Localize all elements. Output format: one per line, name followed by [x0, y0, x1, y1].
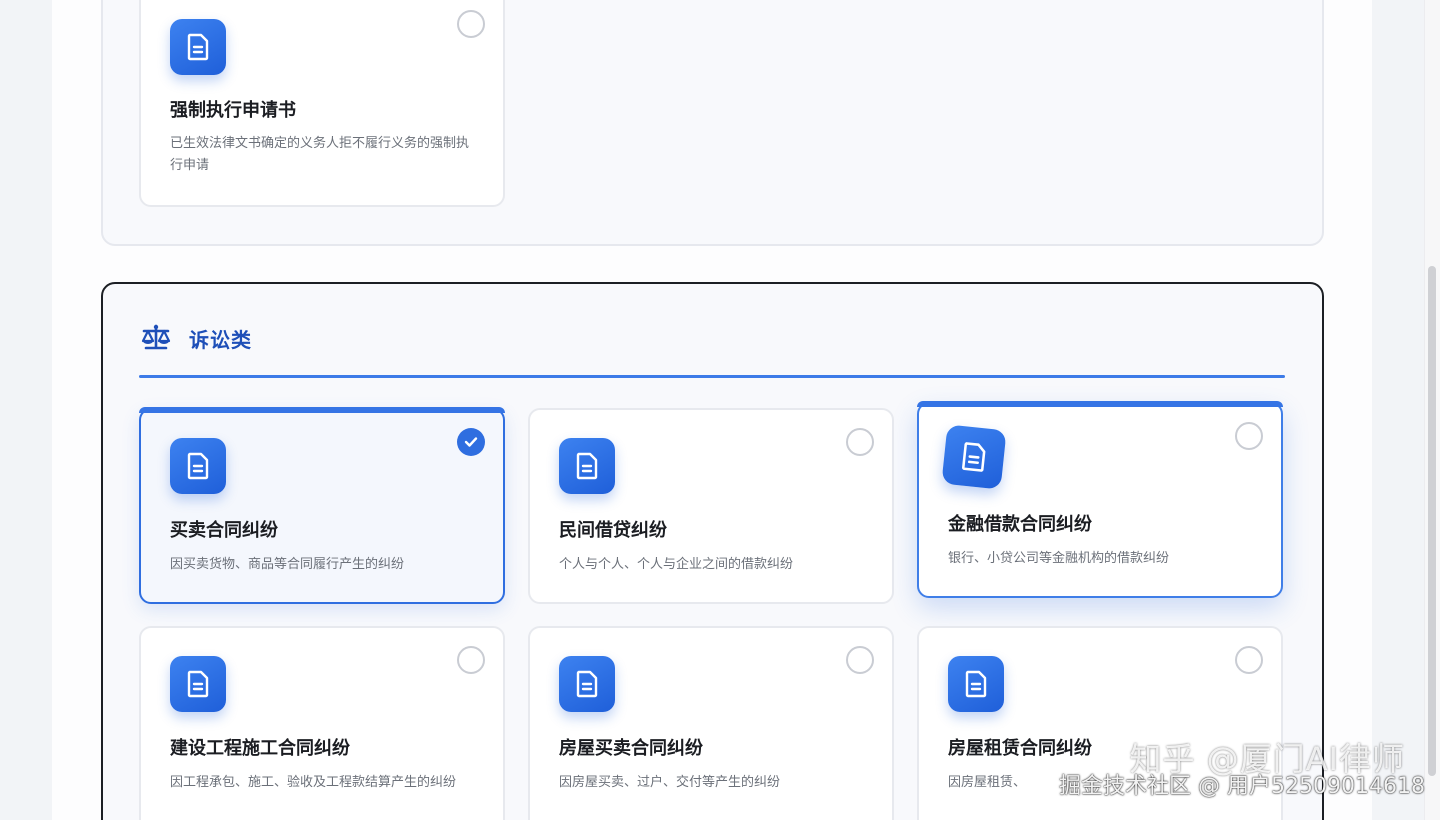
card-title: 房屋租赁合同纠纷	[948, 738, 1092, 759]
radio-unchecked[interactable]	[457, 646, 485, 674]
template-card-enforcement[interactable]: 强制执行申请书 已生效法律文书确定的义务人拒不履行义务的强制执行申请	[139, 0, 505, 207]
section-title: 诉讼类	[189, 327, 252, 352]
card-description: 因房屋买卖、过户、交付等产生的纠纷	[559, 775, 781, 790]
check-icon	[464, 437, 478, 447]
scrollbar-thumb[interactable]	[1428, 266, 1436, 776]
document-icon	[170, 19, 226, 75]
template-card-house-lease[interactable]: 房屋租赁合同纠纷 因房屋租赁、	[917, 626, 1283, 820]
radio-unchecked[interactable]	[1235, 646, 1263, 674]
card-title: 民间借贷纠纷	[559, 520, 667, 541]
card-description: 已生效法律文书确定的义务人拒不履行义务的强制执行申请	[170, 136, 470, 173]
card-title: 房屋买卖合同纠纷	[559, 738, 703, 759]
radio-unchecked[interactable]	[846, 428, 874, 456]
template-card-sales-contract[interactable]: 买卖合同纠纷 因买卖货物、商品等合同履行产生的纠纷	[139, 407, 505, 604]
card-description: 银行、小贷公司等金融机构的借款纠纷	[948, 551, 1170, 566]
document-icon	[941, 424, 1007, 490]
section-divider	[139, 375, 1285, 378]
card-description: 个人与个人、个人与企业之间的借款纠纷	[559, 557, 794, 572]
radio-unchecked[interactable]	[1235, 422, 1263, 450]
card-description: 因房屋租赁、	[948, 775, 1027, 790]
document-icon	[170, 656, 226, 712]
document-icon	[170, 438, 226, 494]
radio-unchecked[interactable]	[457, 10, 485, 38]
template-card-private-loan[interactable]: 民间借贷纠纷 个人与个人、个人与企业之间的借款纠纷	[528, 408, 894, 604]
radio-unchecked[interactable]	[846, 646, 874, 674]
card-description: 因工程承包、施工、验收及工程款结算产生的纠纷	[170, 775, 457, 790]
document-icon	[559, 438, 615, 494]
document-icon	[948, 656, 1004, 712]
template-card-house-sale[interactable]: 房屋买卖合同纠纷 因房屋买卖、过户、交付等产生的纠纷	[528, 626, 894, 820]
document-icon	[559, 656, 615, 712]
radio-checked[interactable]	[457, 428, 485, 456]
card-title: 金融借款合同纠纷	[948, 514, 1092, 535]
card-description: 因买卖货物、商品等合同履行产生的纠纷	[170, 557, 405, 572]
template-card-construction-contract[interactable]: 建设工程施工合同纠纷 因工程承包、施工、验收及工程款结算产生的纠纷	[139, 626, 505, 820]
card-title: 强制执行申请书	[170, 100, 296, 121]
section-header: 诉讼类	[139, 318, 252, 358]
scale-icon	[139, 321, 173, 355]
card-title: 建设工程施工合同纠纷	[170, 738, 350, 759]
card-title: 买卖合同纠纷	[170, 520, 278, 541]
template-card-financial-loan[interactable]: 金融借款合同纠纷 银行、小贷公司等金融机构的借款纠纷	[917, 401, 1283, 598]
